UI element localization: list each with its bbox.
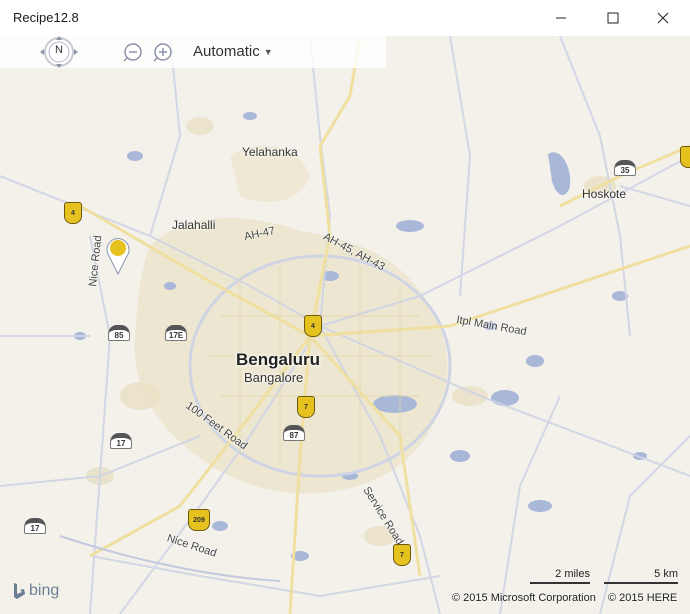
scale-miles: 2 miles xyxy=(530,568,590,584)
highway-shield: 4 xyxy=(64,202,82,224)
national-highway-shield: 17E xyxy=(165,325,187,341)
town-label-yelahanka: Yelahanka xyxy=(242,145,298,159)
city-label: Bengaluru xyxy=(236,350,321,369)
bing-logo: bing xyxy=(12,582,59,600)
close-button[interactable] xyxy=(640,0,686,36)
highway-shield: 209 xyxy=(188,509,210,531)
close-icon xyxy=(657,12,669,24)
highway-shield: 7 xyxy=(393,544,411,566)
map-style-dropdown[interactable]: Automatic ▼ xyxy=(193,43,273,60)
dropdown-caret-icon: ▼ xyxy=(263,46,273,57)
bing-logo-icon xyxy=(14,583,25,599)
national-highway-shield: 35 xyxy=(614,160,636,176)
zoom-out-icon xyxy=(123,43,142,62)
scale-km: 5 km xyxy=(604,568,678,584)
compass-heading-label: N xyxy=(55,44,63,56)
maximize-icon xyxy=(607,12,619,24)
scale-miles-label: 2 miles xyxy=(555,568,590,580)
copyright-here: © 2015 HERE xyxy=(608,592,678,604)
scale-km-label: 5 km xyxy=(654,568,678,580)
national-highway-shield: 87 xyxy=(283,425,305,441)
town-label-jalahalli: Jalahalli xyxy=(172,218,216,232)
highway-shield: 7 xyxy=(297,396,315,418)
highway-shield xyxy=(680,146,690,168)
copyright-microsoft: © 2015 Microsoft Corporation xyxy=(452,592,596,604)
national-highway-shield: 85 xyxy=(108,325,130,341)
map-view[interactable] xyxy=(0,36,690,614)
app-window: Recipe12.8 N Automatic ▼ Bengaluru Banga… xyxy=(0,0,690,614)
map-canvas[interactable] xyxy=(0,36,690,614)
minimize-button[interactable] xyxy=(538,0,584,36)
zoom-out-button[interactable] xyxy=(122,41,144,63)
town-label-hoskote: Hoskote xyxy=(582,187,627,201)
minimize-icon xyxy=(556,17,566,19)
national-highway-shield: 17 xyxy=(110,433,132,449)
city-alt-label: Bangalore xyxy=(244,370,304,385)
window-title: Recipe12.8 xyxy=(13,10,79,25)
highway-shield: 4 xyxy=(304,315,322,337)
title-bar: Recipe12.8 xyxy=(0,0,690,36)
national-highway-shield: 17 xyxy=(24,518,46,534)
zoom-in-button[interactable] xyxy=(152,41,174,63)
scale-km-bar xyxy=(604,582,678,584)
zoom-in-icon xyxy=(153,43,172,62)
map-pin-icon xyxy=(106,238,130,276)
maximize-button[interactable] xyxy=(590,0,636,36)
location-pin[interactable] xyxy=(105,236,131,276)
scale-miles-bar xyxy=(530,582,590,584)
bing-logo-text: bing xyxy=(29,582,60,599)
compass-control[interactable]: N xyxy=(33,36,85,68)
map-style-value: Automatic xyxy=(193,43,260,60)
